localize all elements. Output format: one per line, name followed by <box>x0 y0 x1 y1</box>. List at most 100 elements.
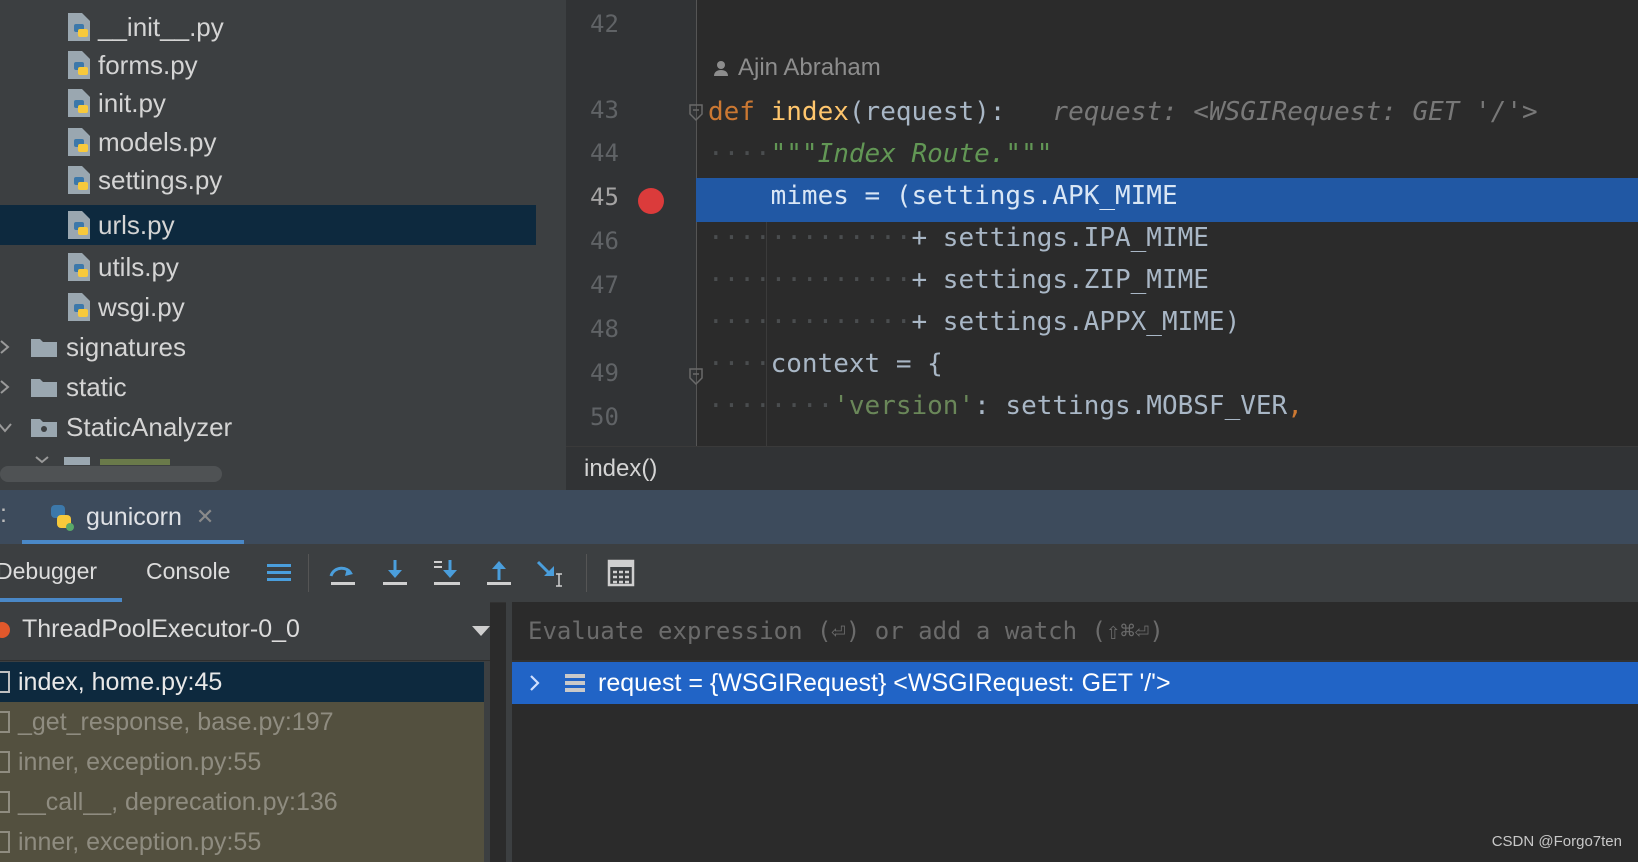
toolbar-separator <box>308 554 309 592</box>
toolbar-separator <box>586 554 587 592</box>
fold-icon[interactable] <box>688 368 704 386</box>
python-file-icon <box>68 166 90 194</box>
chevron-right-icon[interactable] <box>0 380 12 394</box>
code-editor[interactable]: 42 43 44 45 46 47 48 49 50 Ajin Abraham … <box>566 0 1638 446</box>
line-number: 50 <box>590 403 619 431</box>
line-number: 49 <box>590 359 619 387</box>
code-author-hint[interactable]: Ajin Abraham <box>712 54 881 82</box>
function-name: index <box>770 97 849 127</box>
tab-console[interactable]: Console <box>146 558 230 585</box>
frame-icon <box>0 711 10 733</box>
line-number: 48 <box>590 315 619 343</box>
variables-panel: request = {WSGIRequest} <WSGIRequest: GE… <box>512 602 1638 862</box>
run-tab-label: gunicorn <box>86 502 182 531</box>
code-line-44: ····"""Index Route.""" <box>708 139 1053 169</box>
stack-frame[interactable]: inner, exception.py:55 <box>0 742 484 782</box>
code-comma: , <box>1287 391 1303 421</box>
code-text: + settings.ZIP_MIME <box>911 265 1209 295</box>
tree-file-urls[interactable]: urls.py <box>0 205 536 245</box>
frame-label: inner, exception.py:55 <box>18 827 262 856</box>
tree-file-label: models.py <box>98 126 217 157</box>
python-file-icon <box>68 89 90 117</box>
tree-file-init-dunder[interactable]: __init__.py <box>0 7 536 47</box>
close-icon[interactable]: ✕ <box>196 504 214 530</box>
variable-value: request = {WSGIRequest} <WSGIRequest: GE… <box>598 668 1171 697</box>
code-text: : settings.MOBSF_VER <box>974 391 1288 421</box>
tree-file-wsgi[interactable]: wsgi.py <box>0 287 536 327</box>
tree-file-init[interactable]: init.py <box>0 83 536 123</box>
tree-folder-label: StaticAnalyzer <box>66 411 233 442</box>
tree-folder-static[interactable]: static <box>0 367 536 407</box>
tree-file-forms[interactable]: forms.py <box>0 45 536 85</box>
python-file-icon <box>68 253 90 281</box>
tab-debugger[interactable]: Debugger <box>0 558 97 585</box>
breadcrumb-bar: index() <box>566 446 1638 491</box>
code-text: + settings.IPA_MIME <box>911 223 1209 253</box>
evaluate-expression-input[interactable] <box>512 602 1638 660</box>
frame-icon <box>0 671 10 693</box>
horizontal-scrollbar[interactable] <box>0 466 222 482</box>
fold-icon[interactable] <box>688 104 704 122</box>
tree-folder-signatures[interactable]: signatures <box>0 327 536 367</box>
code-line-50: ········'version': settings.MOBSF_VER, <box>708 391 1303 421</box>
line-number: 42 <box>590 10 619 38</box>
thread-status-icon <box>0 622 10 638</box>
watermark: CSDN @Forgo7ten <box>1491 833 1622 850</box>
run-to-cursor-icon[interactable] <box>534 556 568 590</box>
tool-window-title: : <box>0 500 7 528</box>
code-line-43: def index(request): request: <WSGIReques… <box>708 90 1538 134</box>
step-into-icon[interactable] <box>378 556 412 590</box>
inline-debug-value: request: <WSGIRequest: GET '/'> <box>1052 97 1538 127</box>
layout-menu-icon[interactable] <box>262 556 296 590</box>
stack-frame[interactable]: _get_response, base.py:197 <box>0 702 484 742</box>
step-out-icon[interactable] <box>482 556 516 590</box>
frame-icon <box>0 751 10 773</box>
code-text: + settings.APPX_MIME) <box>911 307 1241 337</box>
keyword-def: def <box>708 97 755 127</box>
tree-folder-label: static <box>66 371 127 402</box>
frames-panel: ThreadPoolExecutor-0_0 index, home.py:45… <box>0 602 490 862</box>
code-text: mimes = (settings.APK_MIME <box>770 181 1178 211</box>
tree-file-utils[interactable]: utils.py <box>0 247 536 287</box>
frame-icon <box>0 791 10 813</box>
debug-toolbar: Debugger Console <box>0 544 1638 603</box>
variable-row[interactable]: request = {WSGIRequest} <WSGIRequest: GE… <box>512 662 1638 704</box>
thread-selector[interactable]: ThreadPoolExecutor-0_0 <box>0 602 490 661</box>
frame-label: __call__, deprecation.py:136 <box>18 787 338 816</box>
stack-frame[interactable]: index, home.py:45 <box>0 662 484 702</box>
frame-label: inner, exception.py:55 <box>18 747 262 776</box>
chevron-right-icon[interactable] <box>0 340 12 354</box>
person-icon <box>714 61 728 76</box>
chevron-right-icon[interactable] <box>526 674 544 692</box>
run-config-tab[interactable]: gunicorn ✕ <box>22 490 244 544</box>
breadcrumb[interactable]: index() <box>584 455 657 483</box>
tree-folder-staticanalyzer[interactable]: StaticAnalyzer <box>0 407 536 447</box>
step-over-icon[interactable] <box>326 556 360 590</box>
debug-tool-header: : gunicorn ✕ <box>0 490 1638 544</box>
code-line-49: ····context = { <box>708 349 943 379</box>
docstring: """Index Route.""" <box>770 139 1053 169</box>
python-file-icon <box>68 51 90 79</box>
tree-file-label: forms.py <box>98 49 198 80</box>
chevron-down-icon[interactable] <box>0 420 12 434</box>
tree-file-settings[interactable]: settings.py <box>0 160 536 200</box>
project-panel: __init__.py forms.py init.py models.py s… <box>0 0 566 490</box>
object-field-icon <box>565 674 585 692</box>
tree-file-label: __init__.py <box>98 11 224 42</box>
evaluate-expression-icon[interactable] <box>604 556 638 590</box>
package-folder-icon <box>31 419 57 437</box>
code-text: context = { <box>770 349 943 379</box>
stack-frame[interactable]: inner, exception.py:55 <box>0 822 484 862</box>
tree-file-models[interactable]: models.py <box>0 122 536 162</box>
stack-frame[interactable]: __call__, deprecation.py:136 <box>0 782 484 822</box>
frame-icon <box>0 831 10 853</box>
line-number: 46 <box>590 227 619 255</box>
code-line-45: mimes = (settings.APK_MIME <box>708 174 1178 218</box>
code-line-46: ·············+ settings.IPA_MIME <box>708 223 1209 253</box>
python-file-icon <box>68 128 90 156</box>
step-into-my-code-icon[interactable] <box>430 556 464 590</box>
dropdown-arrow-icon[interactable] <box>472 626 490 636</box>
tree-file-label: wsgi.py <box>98 291 185 322</box>
code-line-48: ·············+ settings.APPX_MIME) <box>708 307 1241 337</box>
breakpoint-icon[interactable] <box>638 188 664 214</box>
